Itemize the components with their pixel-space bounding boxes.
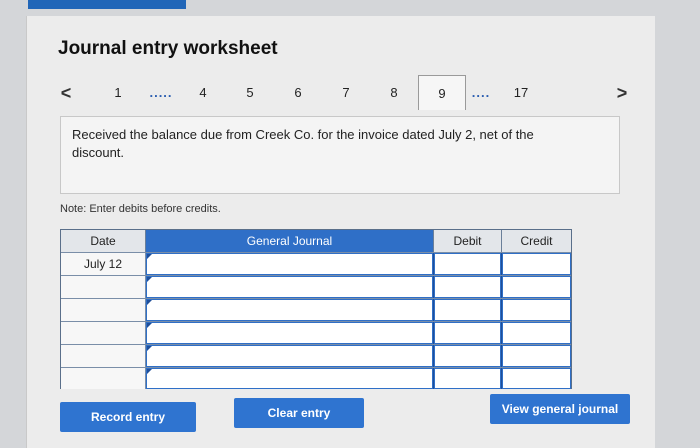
chevron-left-icon[interactable]: < — [58, 78, 74, 108]
dropdown-marker-icon — [147, 369, 152, 374]
table-row — [61, 321, 571, 344]
entry-pager: < 1 ..... 4 5 6 7 8 9 .... 17 > — [0, 75, 700, 110]
dropdown-marker-icon — [147, 346, 152, 351]
view-general-journal-button[interactable]: View general journal — [490, 394, 630, 424]
pager-ellipsis: ..... — [149, 85, 173, 100]
debit-input[interactable] — [434, 276, 502, 298]
debit-input[interactable] — [434, 253, 502, 275]
record-entry-button[interactable]: Record entry — [60, 402, 196, 432]
table-row — [61, 298, 571, 321]
credit-input[interactable] — [502, 322, 571, 344]
pager-ellipsis-2: .... — [471, 85, 491, 100]
page-link-9-active[interactable]: 9 — [418, 75, 466, 110]
debit-input[interactable] — [434, 368, 502, 389]
column-header-credit: Credit — [502, 230, 571, 252]
page-link-5[interactable]: 5 — [242, 78, 258, 108]
date-cell — [61, 276, 146, 298]
date-cell — [61, 299, 146, 321]
credit-input[interactable] — [502, 345, 571, 367]
debit-input[interactable] — [434, 345, 502, 367]
credit-input[interactable] — [502, 368, 571, 389]
credit-input[interactable] — [502, 276, 571, 298]
credit-input[interactable] — [502, 253, 571, 275]
debit-input[interactable] — [434, 299, 502, 321]
date-cell — [61, 368, 146, 389]
chevron-right-icon[interactable]: > — [614, 78, 630, 108]
account-input[interactable] — [146, 253, 434, 275]
transaction-prompt-text: Received the balance due from Creek Co. … — [72, 127, 534, 160]
page-link-8[interactable]: 8 — [386, 78, 402, 108]
page-link-17[interactable]: 17 — [510, 78, 532, 108]
dropdown-marker-icon — [147, 277, 152, 282]
top-accent-bar — [28, 0, 186, 9]
table-row — [61, 367, 571, 389]
column-header-date: Date — [61, 230, 146, 252]
page-link-6[interactable]: 6 — [290, 78, 306, 108]
account-input[interactable] — [146, 322, 434, 344]
page-link-7[interactable]: 7 — [338, 78, 354, 108]
instruction-note: Note: Enter debits before credits. — [60, 203, 221, 215]
column-header-general-journal: General Journal — [146, 230, 434, 252]
table-row — [61, 275, 571, 298]
account-input[interactable] — [146, 368, 434, 389]
date-cell — [61, 322, 146, 344]
account-input[interactable] — [146, 345, 434, 367]
column-header-debit: Debit — [434, 230, 502, 252]
date-cell: July 12 — [61, 253, 146, 275]
credit-input[interactable] — [502, 299, 571, 321]
page-link-4[interactable]: 4 — [195, 78, 211, 108]
table-row — [61, 344, 571, 367]
account-input[interactable] — [146, 276, 434, 298]
account-input[interactable] — [146, 299, 434, 321]
debit-input[interactable] — [434, 322, 502, 344]
date-cell — [61, 345, 146, 367]
table-row: July 12 — [61, 252, 571, 275]
dropdown-marker-icon — [147, 300, 152, 305]
dropdown-marker-icon — [147, 254, 152, 259]
dropdown-marker-icon — [147, 323, 152, 328]
clear-entry-button[interactable]: Clear entry — [234, 398, 364, 428]
page-link-1[interactable]: 1 — [110, 78, 126, 108]
journal-table: Date General Journal Debit Credit July 1… — [60, 229, 572, 389]
page-title: Journal entry worksheet — [58, 38, 278, 59]
